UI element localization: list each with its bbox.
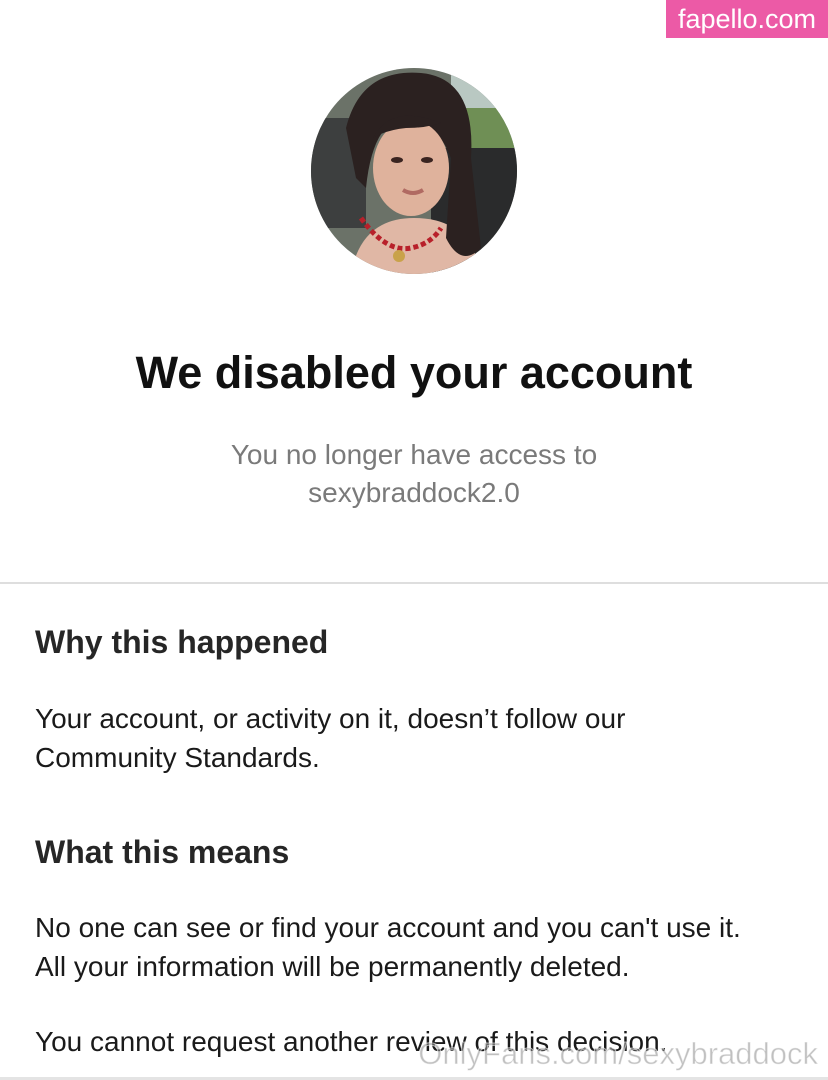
means-line-1: No one can see or find your account and … [35, 912, 741, 943]
means-line-2: All your information will be permanently… [35, 951, 630, 982]
avatar-photo [311, 68, 517, 274]
fapello-watermark: fapello.com [666, 0, 828, 38]
page-title: We disabled your account [135, 347, 693, 398]
why-line-2: Community Standards. [35, 742, 320, 773]
what-this-means-text: No one can see or find your account and … [35, 908, 805, 986]
account-username: sexybraddock2.0 [308, 477, 520, 508]
profile-avatar [311, 68, 517, 274]
onlyfans-watermark: OnlyFans.com/sexybraddock [418, 1036, 819, 1072]
subtitle-line-1: You no longer have access to [230, 439, 598, 470]
section-divider [0, 582, 828, 584]
what-this-means-heading: What this means [35, 834, 290, 870]
why-this-happened-heading: Why this happened [35, 624, 329, 660]
why-this-happened-text: Your account, or activity on it, doesn’t… [35, 699, 805, 777]
account-status-subtitle: You no longer have access to sexybraddoc… [0, 436, 828, 512]
why-line-1: Your account, or activity on it, doesn’t… [35, 703, 626, 734]
